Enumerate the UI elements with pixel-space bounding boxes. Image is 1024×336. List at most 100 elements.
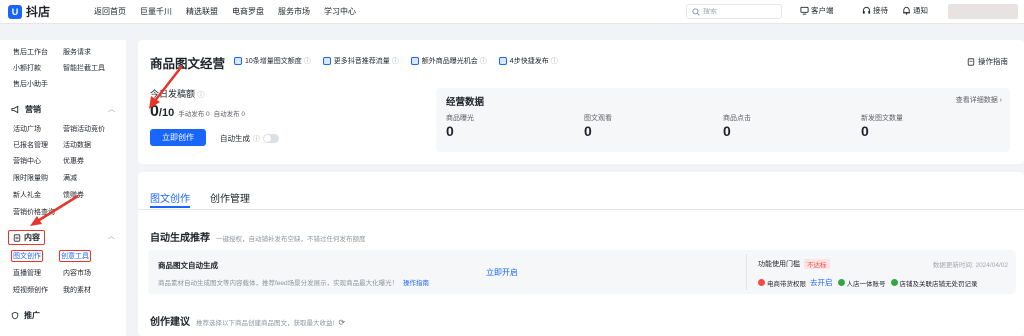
metric-new-posts: 新发图文数量 0 (861, 113, 903, 139)
benefit-badges: 10条增量图文额度 ⓘ 更多抖音推荐流量 ⓘ 额外商品曝光机会 ⓘ 4步快捷发布 ⓘ (234, 56, 570, 66)
auto-generate-card: 商品图文自动生成 商品素材自动生成图文等内容载体，推荐feed场景分发展示，实现… (148, 250, 1016, 294)
sidebar-item-activity-bidding[interactable]: 营销活动竞价 (63, 124, 105, 134)
update-time: 数据更新时间: 2024/04/02 (932, 262, 1008, 269)
sidebar-item-live-management[interactable]: 直播管理 (13, 268, 41, 278)
metric-label: 图文观看 (584, 115, 612, 122)
logo-text: 抖店 (26, 5, 51, 19)
sidebar-item-registered[interactable]: 已报名管理 (13, 140, 48, 150)
bell-icon (903, 6, 910, 15)
metric-exposure: 商品曝光 0 (446, 113, 474, 139)
sidebar-item-service-request[interactable]: 服务请求 (63, 47, 91, 57)
sidebar-item-small-payment[interactable]: 小额打款 (13, 63, 41, 73)
info-icon[interactable]: ⓘ (551, 56, 558, 66)
auto-card-guide-link[interactable]: 操作指南 (403, 280, 429, 287)
support-button[interactable]: 接待 (862, 5, 888, 16)
logo[interactable]: U 抖店 (8, 3, 80, 20)
info-icon[interactable]: ⓘ (198, 92, 205, 99)
benefit-badge: 10条增量图文额度 ⓘ (234, 56, 311, 66)
sidebar-item-aftersale-workbench[interactable]: 售后工作台 (13, 47, 48, 57)
sidebar-item-activity-plaza[interactable]: 活动广场 (13, 124, 41, 134)
topnav-qianchuan[interactable]: 巨量千川 (140, 6, 172, 17)
info-icon[interactable]: ⓘ (304, 56, 311, 66)
auto-card-title: 商品图文自动生成 (158, 261, 218, 270)
sidebar-section-content[interactable]: 内容 (8, 230, 45, 245)
threshold-status-badge: 不达标 (804, 259, 830, 269)
check-icon (890, 279, 898, 286)
annotation-arrow-create (149, 65, 183, 109)
topnav-service-market[interactable]: 服务市场 (278, 6, 310, 17)
metric-value: 0 (861, 123, 869, 139)
info-icon[interactable]: ⓘ (480, 56, 487, 66)
topnav-compass[interactable]: 电商罗盘 (232, 6, 264, 17)
auto-generate-label: 自动生成 (220, 134, 250, 143)
tab-graphic-creation[interactable]: 图文创作 (150, 190, 190, 205)
suggest-title: 创作建议 (150, 317, 190, 328)
avatar[interactable] (948, 4, 1018, 19)
enable-link[interactable]: 去开启 (810, 277, 833, 288)
auto-section-desc: 一键授权，自动铺补发布空缺，不错过任何发布额度 (216, 236, 366, 243)
guide-label: 操作指南 (978, 57, 1008, 66)
topnav-learning[interactable]: 学习中心 (324, 6, 356, 17)
metric-views: 图文观看 0 (584, 113, 612, 139)
sidebar: 售后工作台 服务请求 小额打款 智能拦截工具 售后小助手 营销 ︿ 活动广场 营… (0, 40, 126, 336)
client-label: 客户端 (811, 6, 834, 15)
sidebar-item-coupons[interactable]: 优惠券 (63, 156, 84, 166)
benefit-badge: 更多抖音推荐流量 ⓘ (322, 56, 399, 66)
metric-label: 新发图文数量 (861, 115, 903, 122)
sidebar-item-content-market[interactable]: 内容市场 (63, 268, 91, 278)
sidebar-item-marketing-center[interactable]: 营销中心 (13, 156, 41, 166)
chevron-up-icon[interactable]: ︿ (108, 104, 115, 114)
sidebar-item-short-video[interactable]: 短视频创作 (13, 285, 48, 295)
chevron-up-icon[interactable]: ︿ (108, 231, 115, 241)
sidebar-item-creative-tools[interactable]: 创意工具 (59, 250, 91, 262)
view-details-link[interactable]: 查看详细数据 › (956, 95, 1002, 105)
check-item-ecommerce: 电商带货权限 去开启 (758, 277, 833, 288)
info-icon[interactable]: ⓘ (253, 134, 260, 144)
sidebar-item-my-materials[interactable]: 我的素材 (63, 285, 91, 295)
suggest-section-header: 创作建议 推荐选择以下商品创建商品图文，获取最大收益! ⟳ (150, 313, 345, 328)
megaphone-icon (11, 105, 19, 114)
client-button[interactable]: 客户端 (800, 5, 834, 16)
badge-label: 10条增量图文额度 (245, 58, 302, 65)
sidebar-item-activity-data[interactable]: 活动数据 (63, 140, 91, 150)
suggest-desc: 推荐选择以下商品创建商品图文，获取最大收益! (196, 320, 335, 327)
sidebar-item-limited-purchase[interactable]: 限时限量购 (13, 173, 48, 183)
overview-card: 商品图文经营 10条增量图文额度 ⓘ 更多抖音推荐流量 ⓘ 额外商品曝光机会 ⓘ 4步… (138, 40, 1024, 164)
badge-icon (498, 57, 507, 65)
badge-label: 额外商品曝光机会 (421, 58, 478, 65)
search-input[interactable] (703, 8, 773, 15)
search-box[interactable] (686, 4, 782, 19)
error-icon (758, 279, 765, 286)
sidebar-item-smart-intercept[interactable]: 智能拦截工具 (63, 63, 105, 73)
notify-button[interactable]: 通知 (902, 5, 928, 16)
sidebar-item-aftersale-assistant[interactable]: 售后小助手 (13, 79, 48, 89)
sidebar-item-graphic-creation[interactable]: 图文创作 (11, 250, 43, 262)
sidebar-section-marketing-label: 营销 (25, 105, 41, 114)
sidebar-section-promotion[interactable]: 推广 (11, 310, 40, 321)
open-now-link[interactable]: 立即开启 (486, 267, 518, 278)
tab-divider (138, 209, 1024, 210)
badge-label: 更多抖音推荐流量 (333, 58, 390, 65)
annotation-arrow-sidebar (30, 194, 79, 226)
auto-generate-toggle[interactable] (263, 134, 279, 143)
topnav-alliance[interactable]: 精选联盟 (186, 6, 218, 17)
badge-label: 4步快捷发布 (509, 58, 549, 65)
metric-value: 0 (723, 123, 731, 139)
refresh-icon[interactable]: ⟳ (338, 318, 345, 327)
metric-clicks: 商品点击 0 (723, 113, 751, 139)
sidebar-section-marketing[interactable]: 营销 (11, 104, 41, 115)
business-stats: 经营数据 查看详细数据 › 商品曝光 0 图文观看 0 商品点击 0 新发图文数… (436, 88, 1010, 152)
check-icon (837, 279, 845, 286)
tab-creation-management[interactable]: 创作管理 (210, 190, 250, 205)
check-item-label: 人店一体账号 (846, 280, 886, 288)
top-nav: 返回首页 巨量千川 精选联盟 电商罗盘 服务市场 学习中心 (94, 6, 370, 17)
info-icon[interactable]: ⓘ (392, 56, 399, 66)
quota-auto: 自动发布 0 (213, 111, 246, 118)
topnav-home[interactable]: 返回首页 (94, 6, 126, 17)
logo-icon: U (8, 4, 22, 19)
threshold-label: 功能使用门槛 (758, 261, 800, 268)
create-now-button[interactable]: 立即创作 (150, 129, 206, 146)
document-icon (13, 233, 21, 242)
guide-link[interactable]: 操作指南 (967, 56, 1008, 67)
sidebar-item-discount[interactable]: 满减 (63, 173, 77, 183)
